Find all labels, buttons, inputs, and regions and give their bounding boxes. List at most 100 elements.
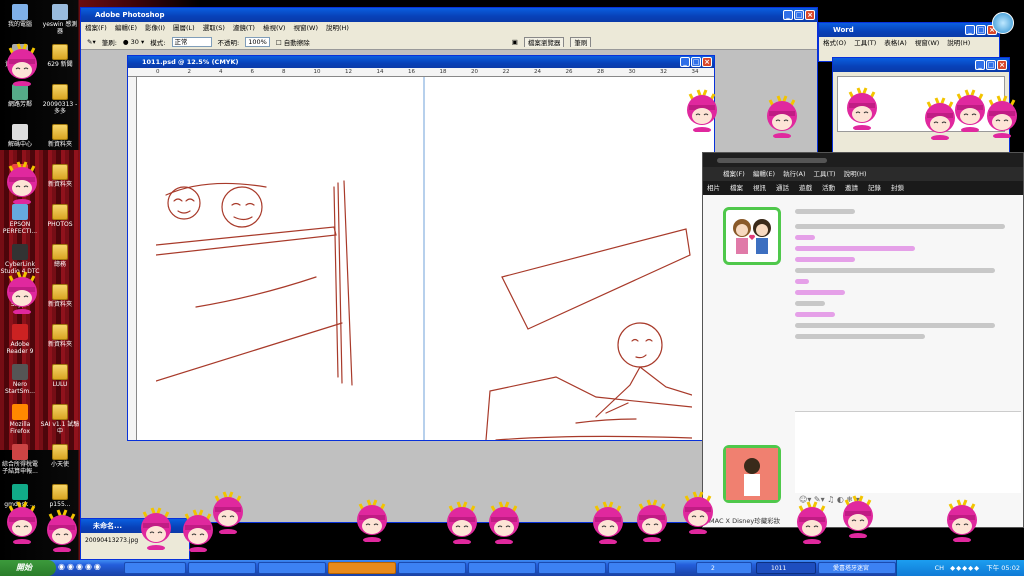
- tool-activities[interactable]: 活動: [822, 181, 835, 195]
- word-menu-help[interactable]: 說明(H): [947, 37, 970, 49]
- tab-brushes[interactable]: 筆刷: [570, 36, 592, 47]
- photoshop-titlebar[interactable]: Adobe Photoshop _ □ ×: [81, 8, 817, 22]
- msn-menu-help[interactable]: 說明(H): [844, 167, 867, 181]
- desktop-icon[interactable]: Nero StartSm...: [0, 364, 40, 395]
- ime-indicator[interactable]: CH: [935, 564, 944, 572]
- word-titlebar[interactable]: Word _ □ ×: [819, 23, 999, 37]
- desktop-icon[interactable]: Mozilla Firefox: [0, 404, 40, 435]
- tab-file-browser[interactable]: 檔案瀏覽器: [523, 36, 565, 47]
- document-titlebar[interactable]: 1011.psd @ 12.5% (CMYK) _ □ ×: [128, 56, 714, 68]
- desktop-icon[interactable]: 解碼中心: [0, 124, 40, 148]
- word-minimize-button[interactable]: _: [965, 25, 975, 35]
- tool-block[interactable]: 封鎖: [891, 181, 904, 195]
- desktop-icon[interactable]: 新資料夾: [40, 124, 80, 148]
- bg-minimize-button[interactable]: _: [975, 60, 985, 70]
- mode-select[interactable]: 正常: [171, 36, 212, 47]
- desktop-icon[interactable]: 新資料夾: [40, 284, 80, 308]
- desktop-icon[interactable]: 小天使: [40, 444, 80, 468]
- word-menu-table[interactable]: 表格(A): [884, 37, 907, 49]
- maximize-button[interactable]: □: [794, 10, 804, 20]
- doc-maximize-button[interactable]: □: [691, 57, 701, 67]
- menu-image[interactable]: 影像(I): [145, 22, 165, 34]
- word-menu-format[interactable]: 格式(O): [823, 37, 846, 49]
- desktop-icon[interactable]: 新資料夾: [40, 164, 80, 188]
- bg-close-button[interactable]: ×: [997, 60, 1007, 70]
- drawing-canvas[interactable]: [155, 76, 693, 441]
- desktop-icon[interactable]: 總務: [40, 244, 80, 268]
- taskbar-task-button[interactable]: 愛喜塔牙迷宮: [818, 562, 896, 574]
- quick-launch-icons[interactable]: ◉◉◉◉◉: [58, 562, 103, 571]
- contact-avatar[interactable]: [723, 207, 781, 265]
- tool-history[interactable]: 記錄: [868, 181, 881, 195]
- desktop-icon[interactable]: 新資料夾: [40, 324, 80, 348]
- menu-file[interactable]: 檔案(F): [85, 22, 107, 34]
- tool-photos[interactable]: 相片: [707, 181, 720, 195]
- taskbar-task-button[interactable]: [258, 562, 326, 574]
- tool-files[interactable]: 檔案: [730, 181, 743, 195]
- brush-preset[interactable]: ● 30 ▾: [123, 38, 144, 46]
- desktop-icon[interactable]: 629 新聞: [40, 44, 80, 68]
- word-window[interactable]: Word _ □ × 格式(O) 工具(T) 表格(A) 視窗(W) 說明(H): [818, 22, 1000, 62]
- desktop-icon[interactable]: PHOTOS: [40, 204, 80, 228]
- brush-tool-icon[interactable]: ✎▾: [87, 38, 96, 46]
- tool-games[interactable]: 遊戲: [799, 181, 812, 195]
- desktop-icon[interactable]: EPSON PERFECTI...: [0, 204, 40, 235]
- tool-video[interactable]: 視訊: [753, 181, 766, 195]
- palette-well-icon[interactable]: ▣: [512, 38, 518, 46]
- desktop-icon[interactable]: 20090313 - 多多: [40, 84, 80, 115]
- menu-layer[interactable]: 圖層(L): [173, 22, 195, 34]
- desktop-icon[interactable]: LULU: [40, 364, 80, 388]
- taskbar-task-button[interactable]: [608, 562, 676, 574]
- opacity-field[interactable]: 100%: [245, 36, 270, 47]
- doc-close-button[interactable]: ×: [702, 57, 712, 67]
- notification-icon[interactable]: [992, 12, 1014, 34]
- desktop-icon[interactable]: yeswin 感測器: [40, 4, 80, 35]
- msn-menu-tools[interactable]: 工具(T): [814, 167, 836, 181]
- taskbar-task-button[interactable]: [398, 562, 466, 574]
- word-title: Word: [833, 26, 854, 34]
- tool-call[interactable]: 通話: [776, 181, 789, 195]
- close-button[interactable]: ×: [805, 10, 815, 20]
- bg-maximize-button[interactable]: □: [986, 60, 996, 70]
- desktop-icon[interactable]: SAI v1.1 試驗中: [40, 404, 80, 435]
- doc-minimize-button[interactable]: _: [680, 57, 690, 67]
- msn-menu-file[interactable]: 檔案(F): [723, 167, 745, 181]
- menu-filter[interactable]: 濾鏡(T): [233, 22, 255, 34]
- desktop-icon[interactable]: 網路芳鄰: [0, 84, 40, 108]
- taskbar-task-button[interactable]: [124, 562, 186, 574]
- background-app-titlebar[interactable]: _ □ ×: [833, 58, 1009, 72]
- taskbar-task-button[interactable]: 1011: [756, 562, 816, 574]
- menu-select[interactable]: 選取(S): [203, 22, 225, 34]
- taskbar-task-button[interactable]: [188, 562, 256, 574]
- menu-edit[interactable]: 編輯(E): [115, 22, 137, 34]
- mascot-sticker-icon: [141, 507, 171, 550]
- start-button[interactable]: 開始: [0, 560, 56, 576]
- taskbar-task-button[interactable]: [538, 562, 606, 574]
- clock[interactable]: 下午 05:02: [986, 564, 1020, 572]
- desktop-icon[interactable]: 我的電腦: [0, 4, 40, 28]
- msn-menu-actions[interactable]: 執行(A): [783, 167, 806, 181]
- minimize-button[interactable]: _: [783, 10, 793, 20]
- desktop-icon[interactable]: 綜合所得稅電子結算申報...: [0, 444, 40, 475]
- menu-window[interactable]: 視窗(W): [293, 22, 318, 34]
- desktop-icon[interactable]: Adobe Reader 9: [0, 324, 40, 355]
- msn-menu-edit[interactable]: 編輯(E): [753, 167, 775, 181]
- taskbar-task-button[interactable]: 2: [696, 562, 752, 574]
- menu-view[interactable]: 檢視(V): [263, 22, 286, 34]
- message-input[interactable]: [795, 411, 1021, 493]
- taskbar-task-button[interactable]: [328, 562, 396, 574]
- word-menu-tools[interactable]: 工具(T): [854, 37, 876, 49]
- desktop-icon[interactable]: p155...: [40, 484, 80, 508]
- document-window[interactable]: 1011.psd @ 12.5% (CMYK) _ □ × 0 2 4 6 8 10 12 1…: [127, 55, 715, 441]
- ruler-tick-label: 24: [534, 69, 541, 75]
- word-maximize-button[interactable]: □: [976, 25, 986, 35]
- messenger-titlebar[interactable]: [703, 153, 1023, 167]
- auto-erase-checkbox[interactable]: ☐ 自動擦除: [276, 37, 310, 47]
- tray-icons[interactable]: ◆◆◆◆◆: [950, 564, 980, 572]
- tool-invite[interactable]: 邀請: [845, 181, 858, 195]
- word-menu-window[interactable]: 視窗(W): [915, 37, 940, 49]
- menu-help[interactable]: 說明(H): [326, 22, 349, 34]
- taskbar-task-button[interactable]: [468, 562, 536, 574]
- my-avatar[interactable]: [723, 445, 781, 503]
- messenger-window[interactable]: 檔案(F) 編輯(E) 執行(A) 工具(T) 說明(H) 相片 檔案 視訊 通…: [702, 152, 1024, 528]
